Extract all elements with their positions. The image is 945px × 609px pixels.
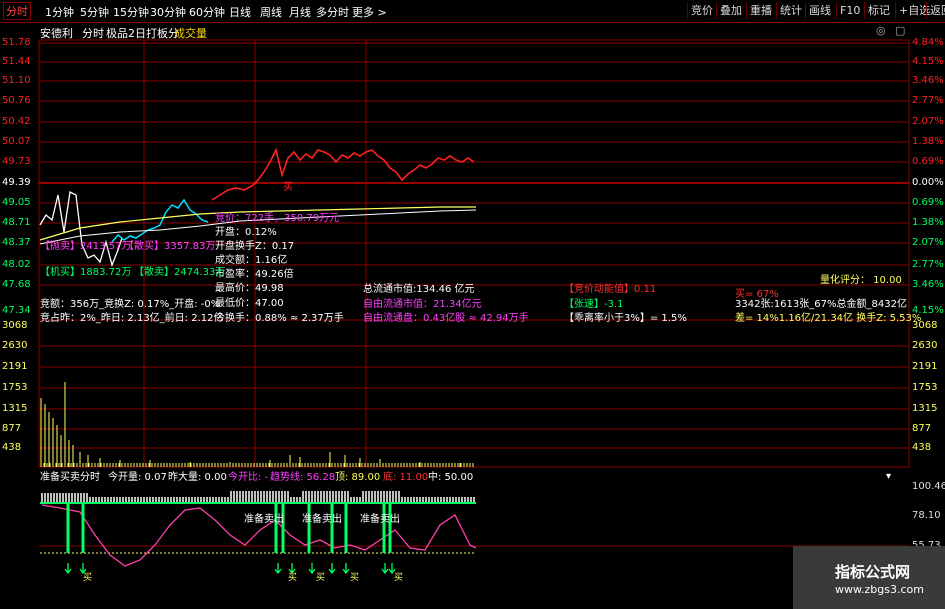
volume-tick: 2630 xyxy=(912,340,938,351)
quant-score: 量化评分： 10.00 xyxy=(820,275,902,286)
volume-tick: 877 xyxy=(2,423,22,434)
osc-trend: 趋势线: 56.28 xyxy=(270,472,336,483)
pe-ratio: 市盈率：49.26倍 xyxy=(215,269,294,280)
osc-bottom: 底: 11.00 xyxy=(383,472,429,483)
osc-tick: 100.46 xyxy=(912,481,945,492)
low-price: 最低价：47.00 xyxy=(215,298,284,309)
buy-pressure: 【抛卖】2413.57万 xyxy=(40,241,132,252)
osc-mid: 中: 50.00 xyxy=(428,472,474,483)
buy-arrow-icon xyxy=(274,563,282,575)
volume-tick: 438 xyxy=(912,442,932,453)
price-tick-right: 1.38% xyxy=(912,136,944,147)
price-tick-left: 51.78 xyxy=(2,37,31,48)
buy-signal-label: 买 xyxy=(394,573,404,583)
sell-signal-label: 准备卖出 xyxy=(302,514,342,525)
price-tick-right: 3.46% xyxy=(912,75,944,86)
auction-price: 竞价：722手，350.79万元 xyxy=(215,213,340,224)
sell-signal-label: 准备卖出 xyxy=(244,514,284,525)
price-tick-left: 50.07 xyxy=(2,136,31,147)
free-share: 自由流通盘：0.43亿股 ≈ 42.94万手 xyxy=(363,313,529,324)
sell-force: 【散卖】2474.33万 xyxy=(134,267,226,278)
buy-signal-label: 买 xyxy=(316,573,326,583)
market-cap: 总流通市值:134.46 亿元 xyxy=(363,284,475,295)
volume-tick: 1315 xyxy=(2,403,28,414)
price-line-up xyxy=(211,147,475,201)
sell-pressure: 【散买】3357.83万 xyxy=(124,241,216,252)
free-cap: 自由流通市值：21.34亿元 xyxy=(363,299,482,310)
volume-tick: 1315 xyxy=(912,403,938,414)
price-tick-left: 49.73 xyxy=(2,156,31,167)
volume-tick: 877 xyxy=(912,423,932,434)
buy-signal-label: 买 xyxy=(83,573,93,583)
price-tick-right: 3.46% xyxy=(912,279,944,290)
volume-tick: 2191 xyxy=(912,361,938,372)
buy-arrow-icon xyxy=(381,563,389,575)
prev-ratio: 竞占昨：2%_昨日: 2.13亿_前日: 2.12亿 xyxy=(40,313,224,324)
buy-signal-label: 买 xyxy=(350,573,360,583)
osc-open-ratio: 今开比: - xyxy=(228,472,269,483)
volume-tick: 2630 xyxy=(2,340,28,351)
price-tick-right: 2.07% xyxy=(912,116,944,127)
watermark-title: 指标公式网 xyxy=(835,563,911,581)
price-tick-right: 1.38% xyxy=(912,217,944,228)
price-tick-right: 4.15% xyxy=(912,56,944,67)
price-tick-left: 51.44 xyxy=(2,56,31,67)
price-tick-right: 2.77% xyxy=(912,259,944,270)
buy-arrow-icon xyxy=(64,563,72,575)
osc-today-open: 今开量: 0.07 xyxy=(108,472,167,483)
buy-force: 【机买】1883.72万 xyxy=(40,267,132,278)
buy-arrow-icon xyxy=(328,563,336,575)
auction-kinetic: 【竞价动能值】0.11 xyxy=(564,284,657,295)
volume-tick: 1753 xyxy=(2,382,28,393)
stat-line: 3342张:1613张_67%总金额_8432亿 xyxy=(735,299,907,310)
price-tick-right: 2.77% xyxy=(912,95,944,106)
open-turnover: 开盘换手Z：0.17 xyxy=(215,241,295,252)
price-tick-left: 49.05 xyxy=(2,197,31,208)
amount: 成交额：1.16亿 xyxy=(215,255,288,266)
high-price: 最高价：49.98 xyxy=(215,283,284,294)
price-tick-left: 50.76 xyxy=(2,95,31,106)
osc-title: 准备买卖分时 xyxy=(40,472,100,483)
price-tick-left: 48.71 xyxy=(2,217,31,228)
price-tick-left: 48.37 xyxy=(2,237,31,248)
price-tick-right: 0.00% xyxy=(912,177,944,188)
price-tick-right: 4.84% xyxy=(912,37,944,48)
osc-top: 顶: 89.00 xyxy=(335,472,381,483)
volume-tick: 438 xyxy=(2,442,22,453)
osc-menu-icon[interactable]: ▾ xyxy=(886,471,891,483)
price-tick-left: 48.02 xyxy=(2,259,31,270)
price-tick-left: 47.34 xyxy=(2,305,31,316)
volume-tick: 2191 xyxy=(2,361,28,372)
buy-signal-label: 买 xyxy=(288,573,298,583)
price-tick-right: 2.07% xyxy=(912,237,944,248)
osc-tick: 78.10 xyxy=(912,510,941,521)
rise-speed: 【张速】-3.1 xyxy=(564,299,624,310)
auction-volume: 竞额：356万_竞换Z: 0.17%_开盘: -0% xyxy=(40,299,221,310)
volume-tick: 3068 xyxy=(2,320,28,331)
chart-frame xyxy=(38,39,910,468)
price-tick-left: 49.39 xyxy=(2,177,31,188)
price-tick-right: 0.69% xyxy=(912,156,944,167)
diff-line: 差= 14%1.16亿/21.34亿 换手Z: 5.53% xyxy=(735,313,922,324)
buy-arrow-icon xyxy=(342,563,350,575)
buy-marker-text: 买 xyxy=(283,181,293,193)
deviation: 【乖离率小于3%】= 1.5% xyxy=(564,313,687,324)
sell-signal-label: 准备卖出 xyxy=(360,514,400,525)
buy-arrow-icon xyxy=(308,563,316,575)
price-tick-left: 47.68 xyxy=(2,279,31,290)
turnover: 今换手：0.88% ≈ 2.37万手 xyxy=(215,313,344,324)
open-pct: 开盘：0.12% xyxy=(215,227,277,238)
osc-yest-vol: 昨大量: 0.00 xyxy=(168,472,227,483)
price-tick-left: 50.42 xyxy=(2,116,31,127)
price-tick-right: 0.69% xyxy=(912,197,944,208)
volume-tick: 1753 xyxy=(912,382,938,393)
price-tick-left: 51.10 xyxy=(2,75,31,86)
watermark-url: www.zbgs3.com xyxy=(835,583,924,596)
